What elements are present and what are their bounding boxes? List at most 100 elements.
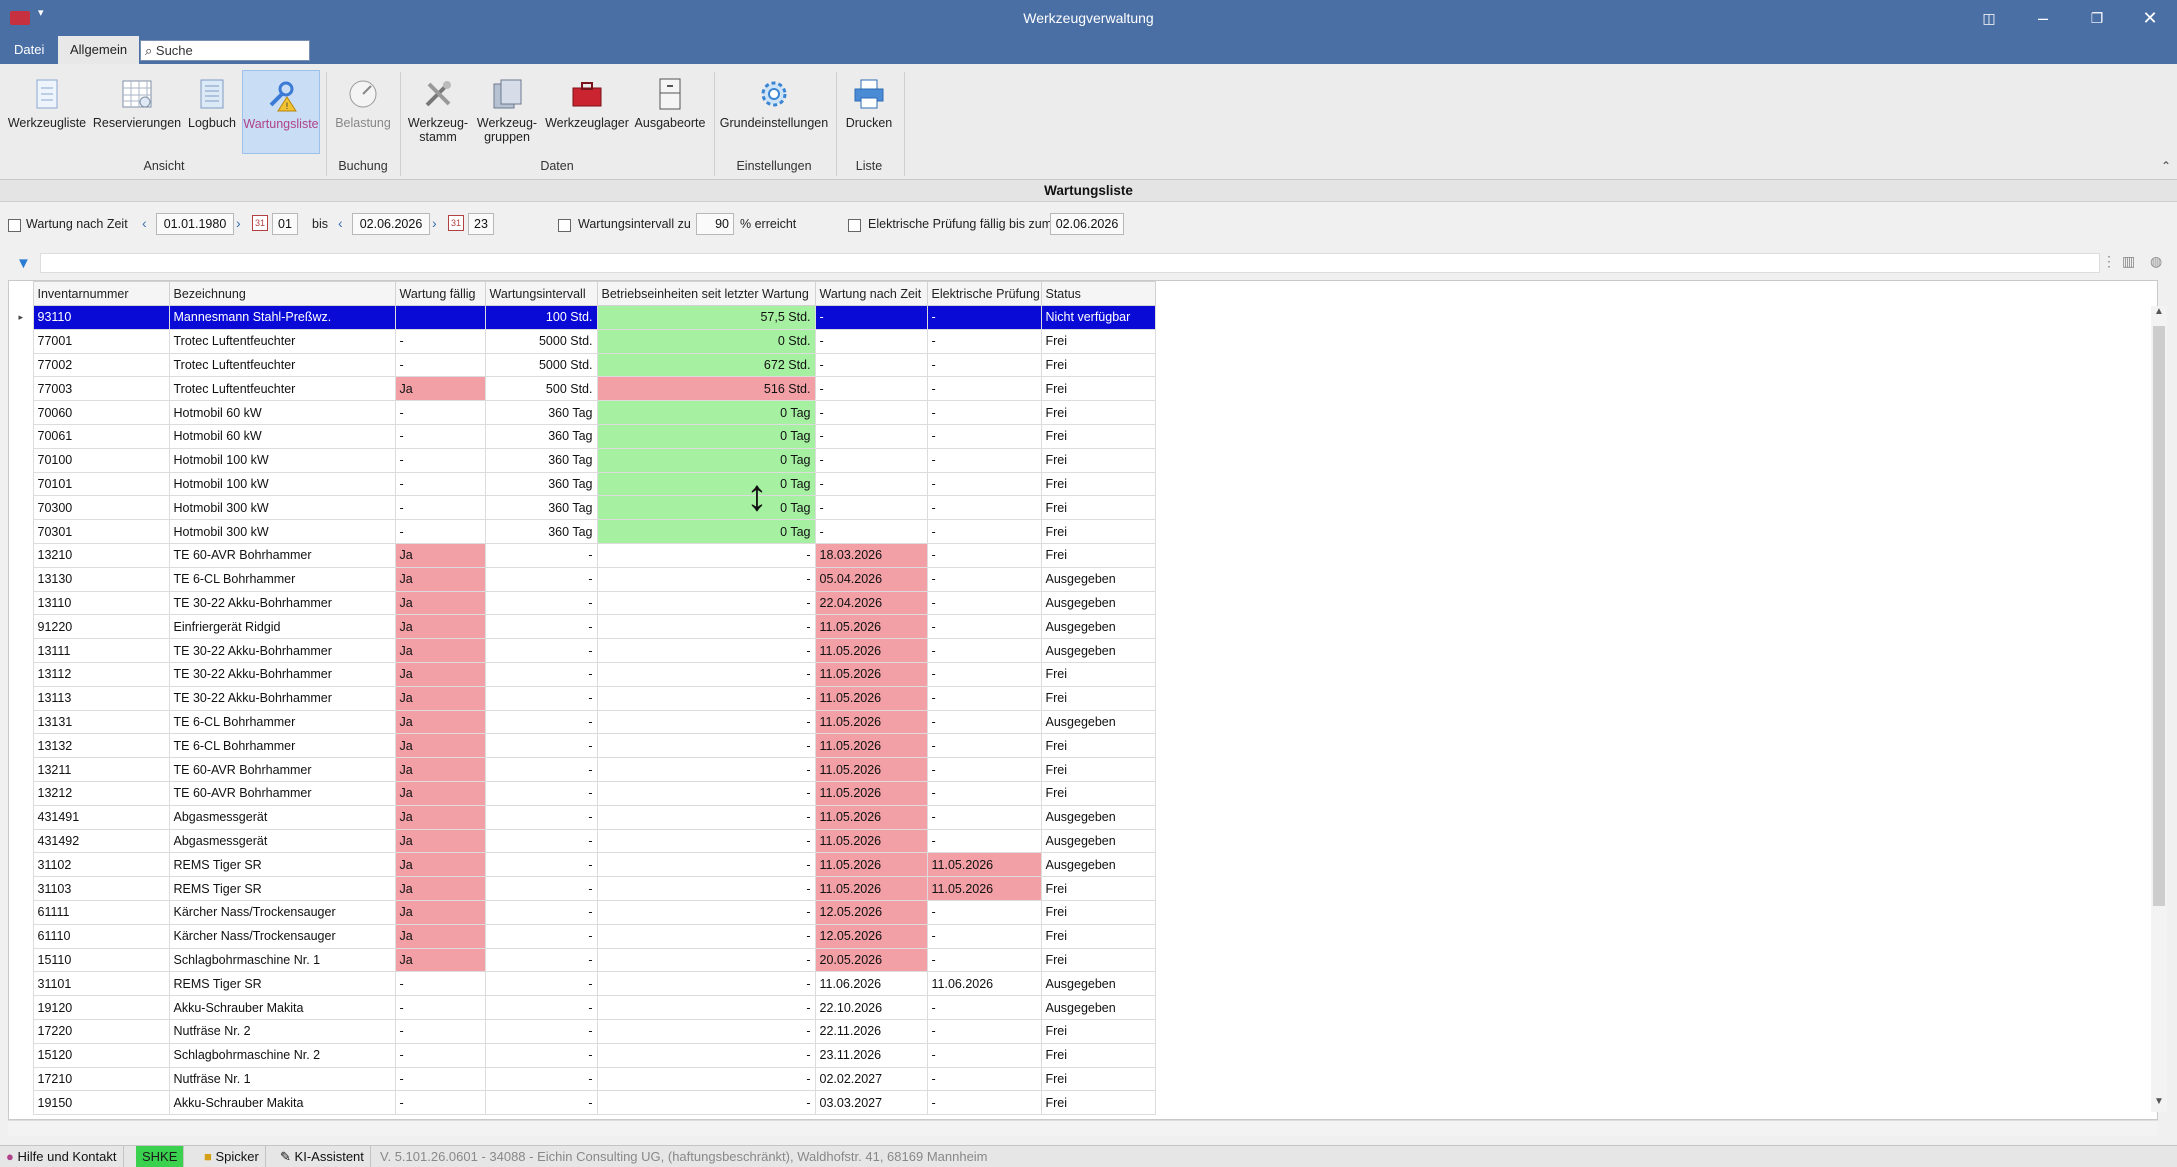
row-indicator[interactable]: [9, 567, 33, 591]
table-row[interactable]: 19120 Akku-Schrauber Makita - - -22.10.2026-…: [9, 995, 1156, 1020]
wartung-nach-zeit-checkbox[interactable]: [8, 219, 21, 232]
date-to-prev-icon[interactable]: ‹: [338, 215, 343, 231]
ki-assistent-button[interactable]: ✎ KI-Assistent: [274, 1146, 371, 1167]
row-indicator[interactable]: [9, 781, 33, 805]
column-header[interactable]: Wartung nach Zeit: [814, 281, 928, 306]
row-indicator[interactable]: [9, 758, 33, 782]
row-indicator[interactable]: ▸: [9, 306, 33, 330]
row-indicator[interactable]: [9, 686, 33, 710]
row-indicator[interactable]: [9, 734, 33, 758]
row-indicator[interactable]: [9, 1091, 33, 1115]
calendar-icon[interactable]: 31: [252, 215, 268, 231]
table-row[interactable]: 431491 Abgasmessgerät Ja - -11.05.2026- Ausge…: [9, 804, 1156, 830]
row-indicator[interactable]: [9, 424, 33, 448]
column-header[interactable]: Inventarnummer: [32, 281, 170, 306]
tab-datei[interactable]: Datei: [2, 36, 56, 64]
table-row[interactable]: 31101 REMS Tiger SR - - -11.06.2026 11.06.202…: [9, 971, 1156, 997]
scroll-up-icon[interactable]: ▲: [2151, 306, 2167, 322]
filter-icon[interactable]: ▼: [16, 255, 31, 272]
table-row[interactable]: 77002 Trotec Luftentfeuchter -5000 Std. 672…: [9, 352, 1156, 378]
horizontal-scrollbar[interactable]: [8, 1120, 2158, 1136]
search-input[interactable]: ⌕ Suche: [140, 40, 310, 61]
table-row[interactable]: 13110 TE 30-22 Akku-Bohrhammer Ja - -22.04.2…: [9, 590, 1156, 616]
grid-filter-input[interactable]: [40, 253, 2100, 273]
table-row[interactable]: 17210 Nutfräse Nr. 1- - -02.02.2027- Frei: [9, 1066, 1156, 1092]
vertical-scrollbar[interactable]: ▲ ▼: [2151, 306, 2167, 1112]
table-row[interactable]: 13112 TE 30-22 Akku-Bohrhammer Ja - -11.05.2…: [9, 661, 1156, 687]
row-indicator[interactable]: [9, 805, 33, 829]
row-indicator[interactable]: [9, 924, 33, 948]
row-indicator[interactable]: [9, 591, 33, 615]
column-header[interactable]: Wartungsintervall: [484, 281, 598, 306]
table-row[interactable]: 91220 Einfriergerät Ridgid Ja - -11.05.2026-…: [9, 614, 1156, 640]
date-from-input[interactable]: 01.01.1980: [156, 213, 234, 235]
delete-icon[interactable]: ▥: [2122, 253, 2135, 270]
row-indicator[interactable]: [9, 448, 33, 472]
row-indicator[interactable]: [9, 615, 33, 639]
scrollbar-thumb[interactable]: [2153, 326, 2165, 906]
row-indicator[interactable]: [9, 401, 33, 425]
scroll-down-icon[interactable]: ▼: [2151, 1096, 2167, 1112]
ribbon-werkzeuglager-button[interactable]: Werkzeuglager: [544, 70, 630, 154]
table-row[interactable]: 70300 Hotmobil 300 kW -360 Tag 0 Tag - - Frei: [9, 495, 1156, 521]
table-row[interactable]: 61110 Kärcher Nass/Trockensauger Ja - -12.05…: [9, 923, 1156, 949]
table-row[interactable]: 70061 Hotmobil 60 kW -360 Tag 0 Tag - - Frei: [9, 423, 1156, 449]
table-row[interactable]: 70100 Hotmobil 100 kW -360 Tag 0 Tag - - Frei: [9, 447, 1156, 473]
ribbon-reservierungen-button[interactable]: Reservierungen: [92, 70, 182, 154]
table-row[interactable]: 13212 TE 60-AVR Bohrhammer Ja - -11.05.2026-…: [9, 780, 1156, 806]
ribbon-belastung-button[interactable]: Belastung: [330, 70, 396, 154]
row-indicator[interactable]: [9, 543, 33, 567]
row-indicator[interactable]: [9, 877, 33, 901]
row-indicator[interactable]: [9, 639, 33, 663]
row-indicator[interactable]: [9, 996, 33, 1020]
table-row[interactable]: 19150 Akku-Schrauber Makita - - -03.03.2027-…: [9, 1090, 1156, 1116]
ribbon-wartungsliste-button[interactable]: ! Wartungsliste: [242, 70, 320, 154]
column-header[interactable]: Wartung fällig: [394, 281, 486, 306]
row-indicator[interactable]: [9, 853, 33, 877]
row-indicator[interactable]: [9, 829, 33, 853]
ribbon-drucken-button[interactable]: Drucken: [840, 70, 898, 154]
table-row[interactable]: 70101 Hotmobil 100 kW -360 Tag 0 Tag - - Frei: [9, 471, 1156, 497]
ribbon-werkzeugliste-button[interactable]: Werkzeugliste: [6, 70, 88, 154]
maximize-button[interactable]: ❐: [2070, 0, 2124, 36]
date-from-next-icon[interactable]: ›: [236, 215, 241, 231]
tab-allgemein[interactable]: Allgemein: [58, 36, 140, 64]
collapse-ribbon-icon[interactable]: ⌃: [2161, 159, 2171, 173]
table-row[interactable]: 61111 Kärcher Nass/Trockensauger Ja - -12.05…: [9, 899, 1156, 925]
table-row[interactable]: 31102 REMS Tiger SR Ja - -11.05.2026 11.05.20…: [9, 852, 1156, 878]
column-chooser-icon[interactable]: ⋮: [2102, 253, 2116, 270]
layout-icon[interactable]: ◫: [1962, 0, 2016, 36]
minimize-button[interactable]: –: [2016, 0, 2070, 36]
table-row[interactable]: 31103 REMS Tiger SR Ja - -11.05.2026 11.05.20…: [9, 876, 1156, 901]
row-indicator[interactable]: [9, 662, 33, 686]
row-indicator[interactable]: [9, 710, 33, 734]
ribbon-logbuch-button[interactable]: Logbuch: [184, 70, 240, 154]
table-row[interactable]: 77003 Trotec Luftentfeuchter Ja 500 Std. 516…: [9, 376, 1156, 402]
elektrische-pruefung-date-input[interactable]: 02.06.2026: [1050, 213, 1124, 235]
spicker-button[interactable]: ■ Spicker: [198, 1146, 266, 1167]
row-indicator[interactable]: [9, 353, 33, 377]
table-row[interactable]: 17220 Nutfräse Nr. 2- - -22.11.2026- Frei: [9, 1018, 1156, 1044]
date-from-prev-icon[interactable]: ‹: [142, 215, 147, 231]
day-from-input[interactable]: 01: [272, 213, 298, 235]
row-indicator[interactable]: [9, 948, 33, 972]
row-indicator[interactable]: [9, 900, 33, 924]
table-row[interactable]: 15120 Schlagbohrmaschine Nr. 2- - -23.11.20…: [9, 1042, 1156, 1068]
row-indicator[interactable]: [9, 1043, 33, 1067]
column-header[interactable]: Betriebseinheiten seit letzter Wartung: [596, 281, 816, 306]
column-header[interactable]: Elektrische Prüfung: [926, 281, 1042, 306]
ribbon-werkzeuggruppen-button[interactable]: Werkzeug- gruppen: [474, 70, 540, 154]
table-row[interactable]: 70301 Hotmobil 300 kW -360 Tag 0 Tag - - Frei: [9, 519, 1156, 544]
ribbon-grundeinstellungen-button[interactable]: Grundeinstellungen: [718, 70, 830, 154]
table-row[interactable]: 77001 Trotec Luftentfeuchter -5000 Std. 0 S…: [9, 328, 1156, 354]
intervall-percent-input[interactable]: 90: [696, 213, 734, 235]
date-to-next-icon[interactable]: ›: [432, 215, 437, 231]
row-indicator[interactable]: [9, 377, 33, 401]
table-row[interactable]: 70060 Hotmobil 60 kW -360 Tag 0 Tag - - Frei: [9, 400, 1156, 425]
table-row[interactable]: 13210 TE 60-AVR Bohrhammer Ja - -18.03.2026-…: [9, 542, 1156, 568]
row-indicator[interactable]: [9, 972, 33, 996]
table-row[interactable]: 13113 TE 30-22 Akku-Bohrhammer Ja - -11.05.2…: [9, 685, 1156, 711]
row-indicator[interactable]: [9, 1019, 33, 1043]
calendar-icon[interactable]: 31: [448, 215, 464, 231]
table-row[interactable]: 13131 TE 6-CL Bohrhammer Ja - -11.05.2026- Au…: [9, 709, 1156, 735]
